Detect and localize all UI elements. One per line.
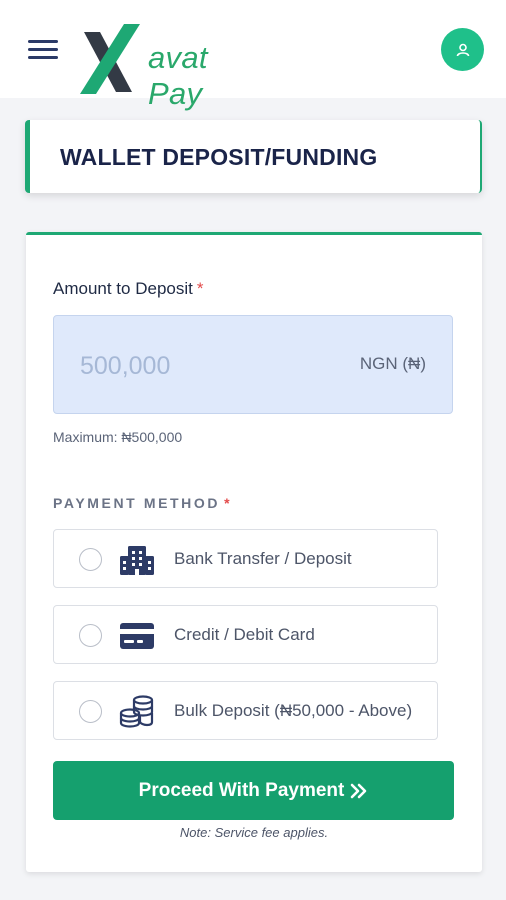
amount-label: Amount to Deposit * bbox=[53, 279, 203, 299]
option-label-card: Credit / Debit Card bbox=[174, 625, 315, 644]
logo-text: avat Pay bbox=[148, 40, 208, 111]
xavat-pay-logo[interactable]: avat Pay bbox=[78, 22, 268, 111]
radio-bulk-deposit[interactable] bbox=[79, 700, 102, 723]
bank-building-icon bbox=[120, 546, 154, 575]
deposit-form-card: Amount to Deposit* NGN (₦) Maximum: ₦500… bbox=[26, 232, 482, 872]
maximum-amount-note: Maximum: ₦500,000 bbox=[53, 429, 183, 445]
currency-label: NGN (₦) bbox=[359, 354, 426, 373]
option-label-bank-transfer: Bank Transfer / Deposit bbox=[174, 549, 352, 568]
payment-option-bulk-deposit[interactable]: Bulk Deposit (₦50,000 - Above) bbox=[53, 681, 438, 740]
user-icon bbox=[456, 43, 469, 56]
radio-bank-transfer[interactable] bbox=[79, 548, 102, 571]
payment-method-label: PAYMENT METHOD * bbox=[53, 495, 232, 511]
payment-method-label-text: PAYMENT METHOD bbox=[53, 495, 221, 511]
amount-input[interactable] bbox=[80, 346, 310, 386]
proceed-button-label: Proceed With Payment bbox=[138, 779, 345, 801]
service-fee-note: Note: Service fee applies. bbox=[179, 825, 329, 840]
required-mark: * bbox=[224, 495, 233, 511]
amount-label-text: Amount to Deposit bbox=[53, 279, 193, 298]
payment-option-bank-transfer[interactable]: Bank Transfer / Deposit bbox=[53, 529, 438, 588]
option-label-bulk-deposit: Bulk Deposit (₦50,000 - Above) bbox=[174, 701, 413, 720]
coins-stack-icon bbox=[119, 695, 154, 728]
double-chevron-right-icon bbox=[351, 783, 367, 798]
page-title: WALLET DEPOSIT/FUNDING bbox=[60, 144, 378, 170]
page-title-card: WALLET DEPOSIT/FUNDING bbox=[25, 120, 482, 193]
credit-card-icon bbox=[120, 623, 154, 649]
radio-card[interactable] bbox=[79, 624, 102, 647]
required-mark: * bbox=[196, 279, 204, 298]
amount-field-box[interactable]: NGN (₦) bbox=[53, 315, 453, 414]
proceed-with-payment-button[interactable]: Proceed With Payment bbox=[53, 761, 454, 820]
top-header: avat Pay bbox=[0, 0, 506, 111]
hamburger-menu-icon[interactable] bbox=[28, 37, 60, 63]
payment-option-card[interactable]: Credit / Debit Card bbox=[53, 605, 438, 664]
logo-x-mark bbox=[80, 24, 140, 94]
user-avatar-button[interactable] bbox=[441, 28, 484, 71]
